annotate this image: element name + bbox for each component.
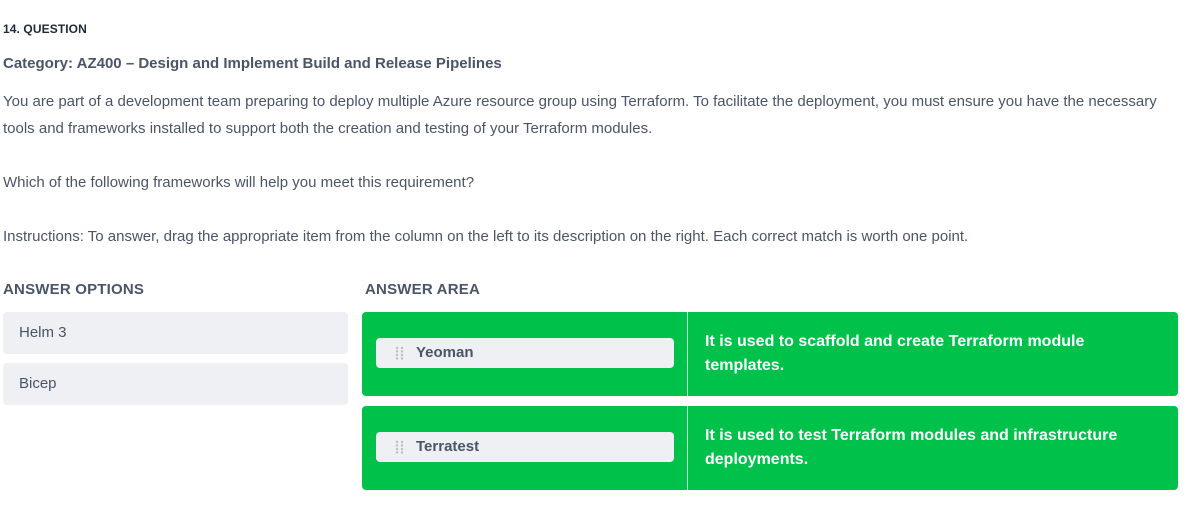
dropped-item-label: Yeoman xyxy=(416,344,474,361)
answer-option-helm-3[interactable]: Helm 3 xyxy=(3,312,348,354)
drag-handle-icon[interactable] xyxy=(395,440,404,454)
answer-options-title: ANSWER OPTIONS xyxy=(3,281,145,298)
question-category: Category: AZ400 – Design and Implement B… xyxy=(3,55,502,72)
question-instructions: Instructions: To answer, drag the approp… xyxy=(3,228,969,245)
dropped-item-terratest[interactable]: Terratest xyxy=(376,432,674,462)
answer-option-label: Bicep xyxy=(19,375,57,392)
answer-area-title: ANSWER AREA xyxy=(365,281,480,298)
dropped-item-yeoman[interactable]: Yeoman xyxy=(376,338,674,368)
dropped-item-label: Terratest xyxy=(416,438,480,455)
description-test: It is used to test Terraform modules and… xyxy=(705,427,1118,468)
row-divider xyxy=(687,312,688,396)
answer-area-row-2[interactable]: Terratest It is used to test Terraform m… xyxy=(362,406,1178,490)
question-prompt: Which of the following frameworks will h… xyxy=(3,174,475,191)
row-divider xyxy=(687,406,688,490)
answer-option-label: Helm 3 xyxy=(19,324,67,341)
drag-handle-icon[interactable] xyxy=(395,346,404,360)
question-text: You are part of a development team prepa… xyxy=(3,93,1157,137)
answer-option-bicep[interactable]: Bicep xyxy=(3,363,348,405)
answer-area-row-1[interactable]: Yeoman It is used to scaffold and create… xyxy=(362,312,1178,396)
description-scaffold: It is used to scaffold and create Terraf… xyxy=(705,333,1085,374)
question-number: 14. QUESTION xyxy=(3,22,87,36)
